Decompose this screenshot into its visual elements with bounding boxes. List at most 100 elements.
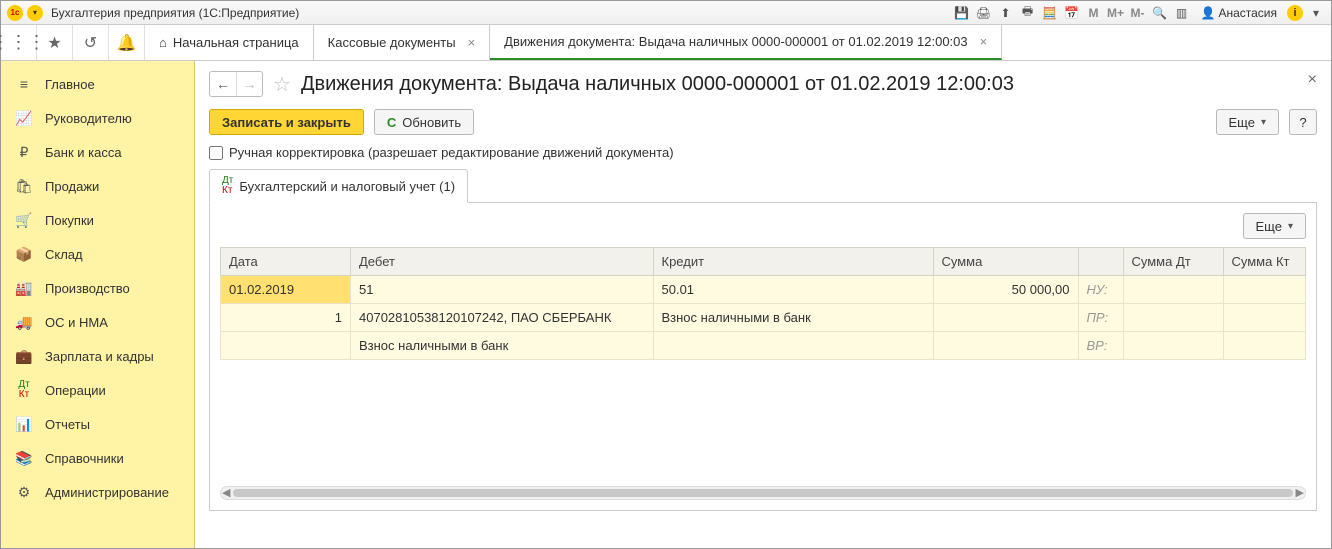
close-icon[interactable]: × (468, 35, 476, 50)
tab-document-movements[interactable]: Движения документа: Выдача наличных 0000… (490, 25, 1002, 60)
sidebar-item-label: ОС и НМА (45, 315, 108, 330)
close-icon[interactable]: × (980, 34, 988, 49)
horizontal-scrollbar[interactable] (220, 486, 1306, 500)
tab-accounting[interactable]: ДтКт Бухгалтерский и налоговый учет (1) (209, 169, 468, 203)
cell-debit: Взнос наличными в банк (351, 332, 654, 360)
sidebar-item-main[interactable]: ≡Главное (1, 67, 194, 101)
app-title: Бухгалтерия предприятия (1С:Предприятие) (51, 6, 299, 20)
tab-cash-documents[interactable]: Кассовые документы × (314, 25, 491, 60)
help-button[interactable]: ? (1289, 109, 1317, 135)
cell-empty (221, 332, 351, 360)
dtkt-icon: ДтКт (222, 176, 233, 196)
cell-sum: 50 000,00 (933, 276, 1078, 304)
chart-up-icon: 📈 (15, 110, 33, 127)
cell-sum-kt (1223, 332, 1306, 360)
sidebar-item-label: Банк и касса (45, 145, 122, 160)
more-menu-button[interactable]: Еще (1216, 109, 1279, 135)
save-icon[interactable]: 💾 (953, 4, 971, 22)
refresh-button[interactable]: С Обновить (374, 109, 474, 135)
window-menu-dropdown-icon[interactable]: ▾ (1307, 4, 1325, 22)
table-row[interactable]: 01.02.2019 51 50.01 50 000,00 НУ: (221, 276, 1306, 304)
col-date[interactable]: Дата (221, 248, 351, 276)
manual-edit-checkbox[interactable] (209, 146, 223, 160)
cell-num: 1 (221, 304, 351, 332)
table-more-button[interactable]: Еще (1243, 213, 1306, 239)
sidebar-item-assets[interactable]: 🚚 ОС и НМА (1, 305, 194, 339)
menu-icon: ≡ (15, 76, 33, 92)
nav-forward-button[interactable]: → (236, 72, 262, 96)
cell-tag: НУ: (1078, 276, 1123, 304)
print-icon[interactable]: 🖨 (975, 4, 993, 22)
sidebar-item-label: Покупки (45, 213, 94, 228)
sidebar-item-sales[interactable]: 🛍Продажи (1, 169, 194, 203)
cell-tag: ПР: (1078, 304, 1123, 332)
favorite-star-icon[interactable]: ☆ (273, 72, 291, 97)
table-more-label: Еще (1256, 219, 1282, 234)
col-sum-dt[interactable]: Сумма Дт (1123, 248, 1223, 276)
sidebar-item-admin[interactable]: ⚙Администрирование (1, 475, 194, 509)
sidebar-item-label: Отчеты (45, 417, 90, 432)
app-menu-dropdown-icon[interactable]: ▾ (27, 5, 43, 21)
main-tab-row: ⋮⋮⋮ ★ ↺ 🔔 ⌂ Начальная страница Кассовые … (1, 25, 1331, 61)
cell-debit: 51 (351, 276, 654, 304)
memory-mminus-button[interactable]: M- (1129, 4, 1147, 22)
nav-back-button[interactable]: ← (210, 72, 236, 96)
sidebar-item-salary[interactable]: 💼Зарплата и кадры (1, 339, 194, 373)
sidebar-item-production[interactable]: 🏭 Производство (1, 271, 194, 305)
refresh-icon: С (387, 115, 396, 130)
sidebar-item-purchases[interactable]: 🛒 Покупки (1, 203, 194, 237)
history-icon[interactable]: ↺ (73, 25, 109, 60)
dtkt-icon: ДтКт (15, 380, 33, 400)
panel-icon[interactable]: ▥ (1173, 4, 1191, 22)
bars-icon: 📊 (15, 416, 33, 433)
sidebar-item-label: Операции (45, 383, 106, 398)
save-close-label: Записать и закрыть (222, 115, 351, 130)
col-debit[interactable]: Дебет (351, 248, 654, 276)
tab-home[interactable]: ⌂ Начальная страница (145, 25, 314, 60)
refresh-label: Обновить (402, 115, 461, 130)
wallet-icon: 💼 (15, 348, 33, 365)
sidebar-item-manager[interactable]: 📈Руководителю (1, 101, 194, 135)
col-tag[interactable] (1078, 248, 1123, 276)
bag-icon: 🛍 (15, 178, 33, 195)
col-credit[interactable]: Кредит (653, 248, 933, 276)
sidebar-item-bank[interactable]: ₽Банк и касса (1, 135, 194, 169)
save-and-close-button[interactable]: Записать и закрыть (209, 109, 364, 135)
favorites-star-icon[interactable]: ★ (37, 25, 73, 60)
sidebar-item-operations[interactable]: ДтКт Операции (1, 373, 194, 407)
factory-icon: 🏭 (15, 280, 33, 297)
cell-sum (933, 304, 1078, 332)
table-row[interactable]: Взнос наличными в банк ВР: (221, 332, 1306, 360)
window-titlebar: 1c ▾ Бухгалтерия предприятия (1С:Предпри… (1, 1, 1331, 25)
notifications-bell-icon[interactable]: 🔔 (109, 25, 145, 60)
col-sum-kt[interactable]: Сумма Кт (1223, 248, 1306, 276)
user-label[interactable]: 👤 Анастасия (1201, 6, 1278, 20)
cell-sum (933, 332, 1078, 360)
zoom-icon[interactable]: 🔍 (1151, 4, 1169, 22)
memory-m-button[interactable]: M (1085, 4, 1103, 22)
col-sum[interactable]: Сумма (933, 248, 1078, 276)
table-row[interactable]: 1 40702810538120107242, ПАО СБЕРБАНК Взн… (221, 304, 1306, 332)
cart-icon: 🛒 (15, 212, 33, 229)
apps-grid-icon[interactable]: ⋮⋮⋮ (1, 25, 37, 60)
export-up-icon[interactable]: ⬆ (997, 4, 1015, 22)
cell-sum-dt (1123, 304, 1223, 332)
cell-sum-kt (1223, 276, 1306, 304)
close-panel-button[interactable]: × (1308, 71, 1317, 89)
sidebar-item-warehouse[interactable]: 📦Склад (1, 237, 194, 271)
calculator-icon[interactable]: 🧮 (1041, 4, 1059, 22)
cell-credit: Взнос наличными в банк (653, 304, 933, 332)
sidebar-item-references[interactable]: 📚Справочники (1, 441, 194, 475)
memory-mplus-button[interactable]: M+ (1107, 4, 1125, 22)
book-icon: 📚 (15, 450, 33, 467)
info-icon[interactable]: i (1287, 5, 1303, 21)
calendar-icon[interactable]: 📅 (1063, 4, 1081, 22)
print2-icon[interactable]: 🖶 (1019, 4, 1037, 22)
document-title: Движения документа: Выдача наличных 0000… (301, 73, 1014, 96)
sidebar-item-reports[interactable]: 📊 Отчеты (1, 407, 194, 441)
boxes-icon: 📦 (15, 246, 33, 263)
postings-table: Дата Дебет Кредит Сумма Сумма Дт Сумма К… (220, 247, 1306, 360)
truck-icon: 🚚 (15, 314, 33, 331)
sidebar-item-label: Производство (45, 281, 130, 296)
scrollbar-thumb[interactable] (233, 489, 1293, 497)
